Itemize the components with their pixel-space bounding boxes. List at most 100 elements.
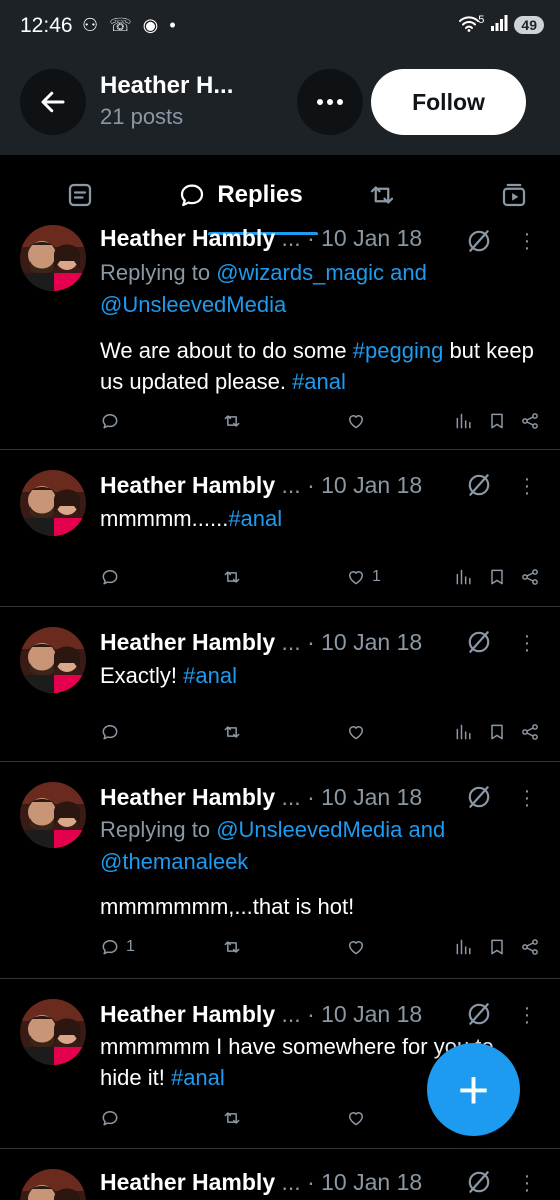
post-actions: 1	[0, 937, 560, 961]
repost-button[interactable]	[222, 1108, 242, 1128]
post-text: We are about to do some #pegging but kee…	[100, 338, 534, 394]
post-date[interactable]: · 10 Jan 18	[307, 629, 422, 655]
compose-button[interactable]: +	[427, 1043, 520, 1136]
reply-button[interactable]: 1	[100, 937, 135, 957]
avatar[interactable]	[20, 225, 86, 291]
grok-icon[interactable]	[466, 1169, 492, 1195]
hashtag-link[interactable]: #anal	[228, 506, 282, 531]
repost-button[interactable]	[222, 411, 242, 431]
more-button[interactable]	[297, 69, 363, 135]
reply-button[interactable]	[100, 722, 126, 742]
back-arrow-icon	[41, 91, 65, 113]
post-text: Exactly! #anal	[100, 663, 237, 688]
post-menu-button[interactable]: · · ·	[520, 1166, 534, 1200]
post-menu-button[interactable]: · · ·	[520, 781, 534, 815]
tab-replies[interactable]: Replies	[160, 155, 320, 235]
hashtag-link[interactable]: #anal	[171, 1065, 225, 1090]
repost-icon	[222, 411, 242, 431]
post-author-ellipsis: ...	[281, 784, 301, 810]
views-button[interactable]	[454, 937, 474, 957]
mention-link[interactable]: @themanaleek	[100, 849, 248, 874]
post-date[interactable]: · 10 Jan 18	[307, 1169, 422, 1195]
reply-post[interactable]: Heather Hambly ... · 10 Jan 18 · · · Reply…	[0, 224, 560, 450]
post-author[interactable]: Heather Hambly	[100, 629, 275, 655]
views-button[interactable]	[454, 411, 474, 431]
mention-link[interactable]: @UnsleevedMedia	[216, 817, 402, 842]
views-button[interactable]	[454, 722, 474, 742]
mention-link[interactable]: @wizards_magic	[216, 260, 384, 285]
tab-reposts[interactable]	[342, 155, 422, 235]
bookmark-button[interactable]	[487, 411, 507, 431]
repost-button[interactable]	[222, 722, 242, 742]
bookmark-icon	[487, 937, 507, 957]
repost-button[interactable]	[222, 937, 242, 957]
share-button[interactable]	[520, 411, 540, 431]
profile-header: 12:46 ⚇ ☏ ◉ • 5 49 Heather H... 21 posts…	[0, 0, 560, 155]
like-button[interactable]	[346, 411, 372, 431]
reply-button[interactable]	[100, 1108, 126, 1128]
reply-post[interactable]: Heather Hambly ... · 10 Jan 18 · · ·	[0, 1149, 560, 1200]
signal-icon	[490, 15, 508, 35]
like-button[interactable]: 1	[346, 567, 381, 587]
grok-icon[interactable]	[466, 228, 492, 254]
back-button[interactable]	[20, 69, 86, 135]
post-author[interactable]: Heather Hambly	[100, 1169, 275, 1195]
post-author-ellipsis: ...	[281, 1001, 301, 1027]
repost-button[interactable]	[222, 567, 242, 587]
bookmark-button[interactable]	[487, 722, 507, 742]
replying-to: Replying to @wizards_magic and @Unsleeved…	[100, 260, 427, 317]
mention-link[interactable]: @UnsleevedMedia	[100, 292, 286, 317]
repost-icon	[222, 1108, 242, 1128]
post-author[interactable]: Heather Hambly	[100, 1001, 275, 1027]
tab-posts[interactable]	[40, 155, 120, 235]
post-menu-button[interactable]: · · ·	[520, 626, 534, 660]
plus-icon: +	[457, 1059, 490, 1120]
post-date[interactable]: · 10 Jan 18	[307, 784, 422, 810]
bookmark-button[interactable]	[487, 567, 507, 587]
share-button[interactable]	[520, 567, 540, 587]
heart-icon	[346, 1108, 366, 1128]
post-menu-button[interactable]: · · ·	[520, 998, 534, 1032]
avatar[interactable]	[20, 1169, 86, 1200]
post-author[interactable]: Heather Hambly	[100, 225, 275, 251]
grok-icon[interactable]	[466, 784, 492, 810]
avatar[interactable]	[20, 782, 86, 848]
post-date[interactable]: · 10 Jan 18	[307, 225, 422, 251]
replying-to: Replying to @UnsleevedMedia and @themanal…	[100, 817, 446, 874]
grok-icon[interactable]	[466, 1001, 492, 1027]
reply-button[interactable]	[100, 567, 126, 587]
post-menu-button[interactable]: · · ·	[520, 469, 534, 503]
views-icon	[454, 722, 474, 742]
avatar[interactable]	[20, 999, 86, 1065]
hashtag-link[interactable]: #anal	[292, 369, 346, 394]
post-author[interactable]: Heather Hambly	[100, 472, 275, 498]
reply-post[interactable]: Heather Hambly ... · 10 Jan 18 · · · Exact…	[0, 607, 560, 762]
follow-button[interactable]: Follow	[371, 69, 526, 135]
status-bar: 12:46 ⚇ ☏ ◉ • 5 49	[0, 0, 560, 52]
avatar[interactable]	[20, 470, 86, 536]
reply-post[interactable]: Heather Hambly ... · 10 Jan 18 · · · Reply…	[0, 762, 560, 979]
bookmark-icon	[487, 722, 507, 742]
post-menu-button[interactable]: · · ·	[520, 224, 534, 258]
bookmark-button[interactable]	[487, 937, 507, 957]
reply-button[interactable]	[100, 411, 126, 431]
profile-post-count: 21 posts	[100, 104, 184, 129]
post-author[interactable]: Heather Hambly	[100, 784, 275, 810]
status-time: 12:46	[20, 14, 73, 37]
tab-media[interactable]	[474, 155, 554, 235]
like-button[interactable]	[346, 1108, 372, 1128]
views-button[interactable]	[454, 567, 474, 587]
share-button[interactable]	[520, 937, 540, 957]
share-button[interactable]	[520, 722, 540, 742]
avatar[interactable]	[20, 627, 86, 693]
reply-post[interactable]: Heather Hambly ... · 10 Jan 18 · · · mmmmm…	[0, 450, 560, 607]
post-date[interactable]: · 10 Jan 18	[307, 1001, 422, 1027]
hashtag-link[interactable]: #pegging	[353, 338, 444, 363]
like-button[interactable]	[346, 722, 372, 742]
hashtag-link[interactable]: #anal	[183, 663, 237, 688]
like-button[interactable]	[346, 937, 372, 957]
post-date[interactable]: · 10 Jan 18	[307, 472, 422, 498]
post-author-ellipsis: ...	[281, 1169, 301, 1195]
grok-icon[interactable]	[466, 472, 492, 498]
grok-icon[interactable]	[466, 629, 492, 655]
